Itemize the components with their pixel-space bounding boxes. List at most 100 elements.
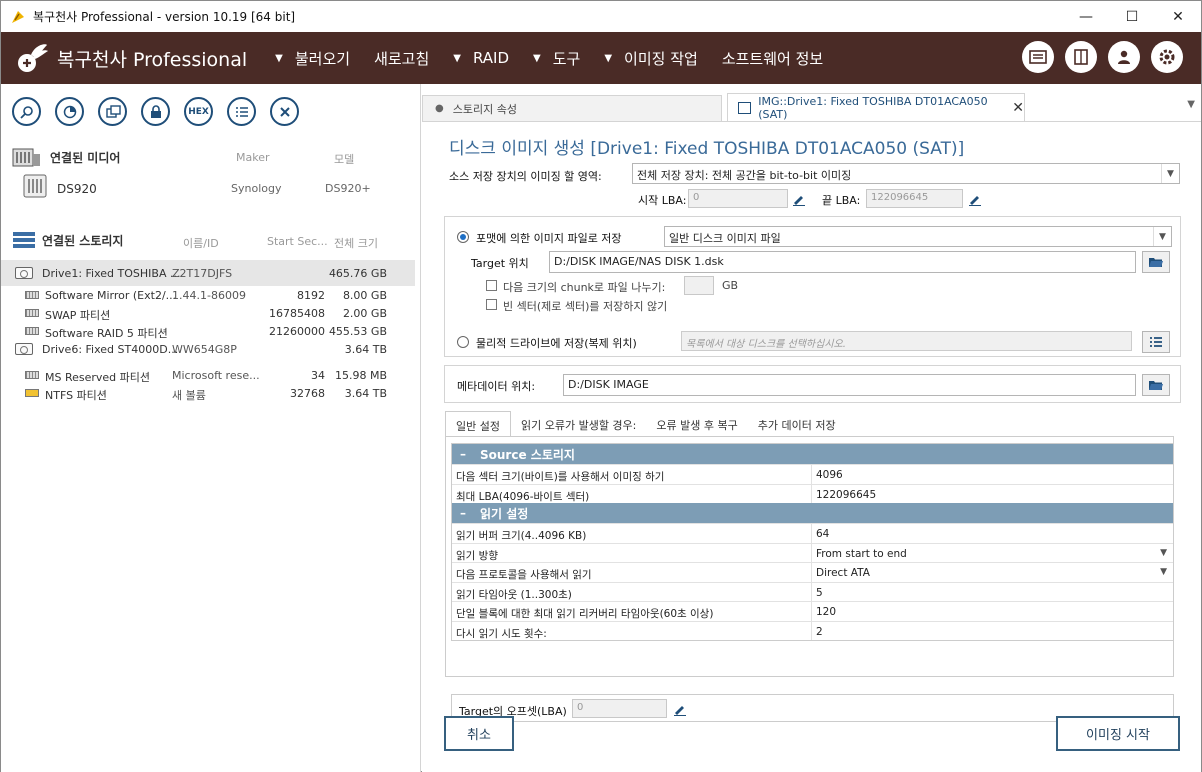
property-value[interactable]: 5: [812, 583, 1173, 602]
metadata-path-input[interactable]: D:/DISK IMAGE: [563, 374, 1136, 396]
search-zoom-icon[interactable]: [12, 97, 41, 126]
storage-partition-row[interactable]: Software RAID 5 파티션 21260000 455.53 GB: [1, 322, 415, 340]
list-icon[interactable]: [227, 97, 256, 126]
menu-item-4[interactable]: ▼ 이미징 작업: [604, 48, 697, 69]
grid-category-read[interactable]: – 읽기 설정: [452, 503, 1173, 523]
property-row[interactable]: 읽기 버퍼 크기(4..4096 KB) 64: [452, 523, 1173, 543]
right-panel: ● 스토리지 속성 IMG::Drive1: Fixed TOSHIBA DT0…: [422, 84, 1201, 772]
tab-storage-properties[interactable]: ● 스토리지 속성: [422, 95, 722, 121]
property-value[interactable]: 122096645: [812, 485, 1173, 504]
grid-category-read-label: 읽기 설정: [480, 506, 529, 521]
property-value[interactable]: 120: [812, 602, 1173, 621]
end-lba-input[interactable]: 122096645: [866, 189, 963, 208]
target-disk-input[interactable]: 목록에서 대상 디스크를 선택하십시오.: [681, 331, 1132, 351]
target-path-input[interactable]: D:/DISK IMAGE/NAS DISK 1.dsk: [549, 251, 1136, 273]
chunk-size-input[interactable]: [684, 276, 714, 295]
property-value[interactable]: Direct ATA: [812, 563, 1173, 582]
edit-offset-icon[interactable]: [670, 700, 690, 718]
close-window-button[interactable]: ✕: [1155, 1, 1201, 32]
storage-partition-row[interactable]: Software Mirror (Ext2/... 1.44.1-86009 819…: [1, 286, 415, 304]
property-row[interactable]: 최대 LBA(4096-바이트 섹터) 122096645: [452, 483, 1173, 504]
menu-item-2[interactable]: ▼ RAID: [453, 48, 509, 69]
save-file-radio[interactable]: [457, 231, 469, 243]
property-name: 읽기 방향: [452, 543, 812, 562]
settings-tab-0[interactable]: 일반 설정: [445, 411, 511, 436]
scan-icon[interactable]: [55, 97, 84, 126]
menu-item-label: 이미징 작업: [624, 49, 698, 68]
menu-item-5[interactable]: 소프트웨어 정보: [722, 48, 823, 69]
partition-icon: [25, 371, 39, 379]
storage-name: Software RAID 5 파티션: [45, 327, 168, 340]
property-row[interactable]: 다음 프로토콜을 사용해서 읽기 Direct ATA ▼: [452, 562, 1173, 582]
chevron-down-icon[interactable]: ▼: [1160, 548, 1167, 558]
media-section-header: 연결된 미디어: [12, 146, 120, 168]
media-item[interactable]: DS920 Synology DS920+: [1, 174, 415, 198]
area-select[interactable]: 전체 저장 장치: 전체 공간을 bit-to-bit 이미징 ▼: [632, 163, 1180, 184]
property-value[interactable]: 64: [812, 524, 1173, 543]
property-name: 읽기 버퍼 크기(4..4096 KB): [452, 524, 812, 543]
copy-icon[interactable]: [98, 97, 127, 126]
chunk-checkbox[interactable]: [486, 280, 497, 291]
tab-close-icon[interactable]: ✕: [1012, 100, 1024, 116]
edit-end-lba-icon[interactable]: [965, 190, 985, 208]
browse-target-button[interactable]: [1142, 251, 1170, 273]
lock-icon[interactable]: [141, 97, 170, 126]
tab-imaging[interactable]: IMG::Drive1: Fixed TOSHIBA DT01ACA050 (S…: [727, 93, 1025, 121]
title-bar: 복구천사 Professional - version 10.19 [64 bi…: [1, 1, 1201, 32]
format-select[interactable]: 일반 디스크 이미지 파일 ▼: [664, 226, 1172, 247]
output-group: 포맷에 의한 이미지 파일로 저장 일반 디스크 이미지 파일 ▼ Target…: [444, 216, 1181, 357]
grid-category-source[interactable]: – Source 스토리지: [452, 444, 1173, 464]
storage-col-size: 전체 크기: [334, 237, 378, 250]
settings-tab-1[interactable]: 읽기 오류가 발생할 경우:: [511, 411, 646, 436]
storage-size: 465.76 GB: [328, 267, 387, 280]
menu-item-1[interactable]: 새로고침: [374, 48, 429, 69]
storage-id: 새 볼륨: [172, 389, 206, 402]
log-icon[interactable]: [1022, 41, 1054, 73]
settings-gear-icon[interactable]: [1151, 41, 1183, 73]
folder-open-icon: [1149, 258, 1163, 267]
select-disk-button[interactable]: [1142, 331, 1170, 353]
edit-start-lba-icon[interactable]: [789, 190, 809, 208]
tab-dot-icon: ●: [435, 103, 444, 114]
hard-drive-icon: [15, 267, 33, 279]
storage-partition-row[interactable]: SWAP 파티션 16785408 2.00 GB: [1, 304, 415, 322]
property-value[interactable]: 2: [812, 622, 1173, 641]
settings-tab-2[interactable]: 오류 발생 후 복구: [646, 411, 747, 436]
storage-name: Drive1: Fixed TOSHIBA ...: [42, 267, 181, 280]
property-value[interactable]: 4096: [812, 465, 1173, 484]
storage-drive-row[interactable]: Drive1: Fixed TOSHIBA ... Z2T17DJFS 465.76…: [1, 260, 415, 286]
storage-id: 1.44.1-86009: [172, 289, 246, 302]
settings-tab-3[interactable]: 추가 데이터 저장: [748, 411, 846, 436]
start-lba-input[interactable]: 0: [688, 189, 788, 208]
user-icon[interactable]: [1108, 41, 1140, 73]
minimize-button[interactable]: —: [1063, 1, 1109, 32]
property-row[interactable]: 읽기 방향 From start to end ▼: [452, 542, 1173, 563]
save-file-label: 포맷에 의한 이미지 파일로 저장: [476, 232, 622, 245]
chevron-down-icon[interactable]: ▼: [1160, 567, 1167, 577]
property-row[interactable]: 다시 읽기 시도 횟수: 2: [452, 620, 1173, 641]
nas-icon: [23, 174, 47, 198]
close-icon[interactable]: [270, 97, 299, 126]
skip-empty-checkbox[interactable]: [486, 299, 497, 310]
partition-icon: [25, 291, 39, 299]
property-row[interactable]: 단일 블록에 대한 최대 읽기 리커버리 타임아웃(60초 이상) 120: [452, 601, 1173, 621]
menu-item-3[interactable]: ▼ 도구: [533, 48, 580, 69]
storage-partition-row[interactable]: MS Reserved 파티션 Microsoft rese... 34 15.98 …: [1, 366, 415, 384]
tab-list-dropdown-icon[interactable]: ▼: [1187, 99, 1195, 110]
maximize-button[interactable]: ☐: [1109, 1, 1155, 32]
panel-toggle-icon[interactable]: [1065, 41, 1097, 73]
menu-item-0[interactable]: ▼ 불러오기: [275, 48, 350, 69]
storage-partition-row[interactable]: NTFS 파티션 새 볼륨 32768 3.64 TB: [1, 384, 415, 402]
chevron-down-icon: ▼: [1161, 164, 1179, 183]
cancel-button[interactable]: 취소: [444, 716, 514, 751]
physical-drive-radio[interactable]: [457, 336, 469, 348]
property-value[interactable]: From start to end: [812, 544, 1173, 563]
browse-metadata-button[interactable]: [1142, 374, 1170, 396]
partition-icon: [25, 327, 39, 335]
hex-view-button[interactable]: HEX: [184, 97, 213, 126]
property-row[interactable]: 다음 섹터 크기(바이트)를 사용해서 이미징 하기 4096: [452, 464, 1173, 484]
offset-input[interactable]: 0: [572, 699, 667, 718]
start-imaging-button[interactable]: 이미징 시작: [1056, 716, 1180, 751]
property-row[interactable]: 읽기 타임아웃 (1..300초) 5: [452, 581, 1173, 602]
storage-drive-row[interactable]: Drive6: Fixed ST4000D... WW654G8P 3.64 TB: [1, 340, 415, 358]
